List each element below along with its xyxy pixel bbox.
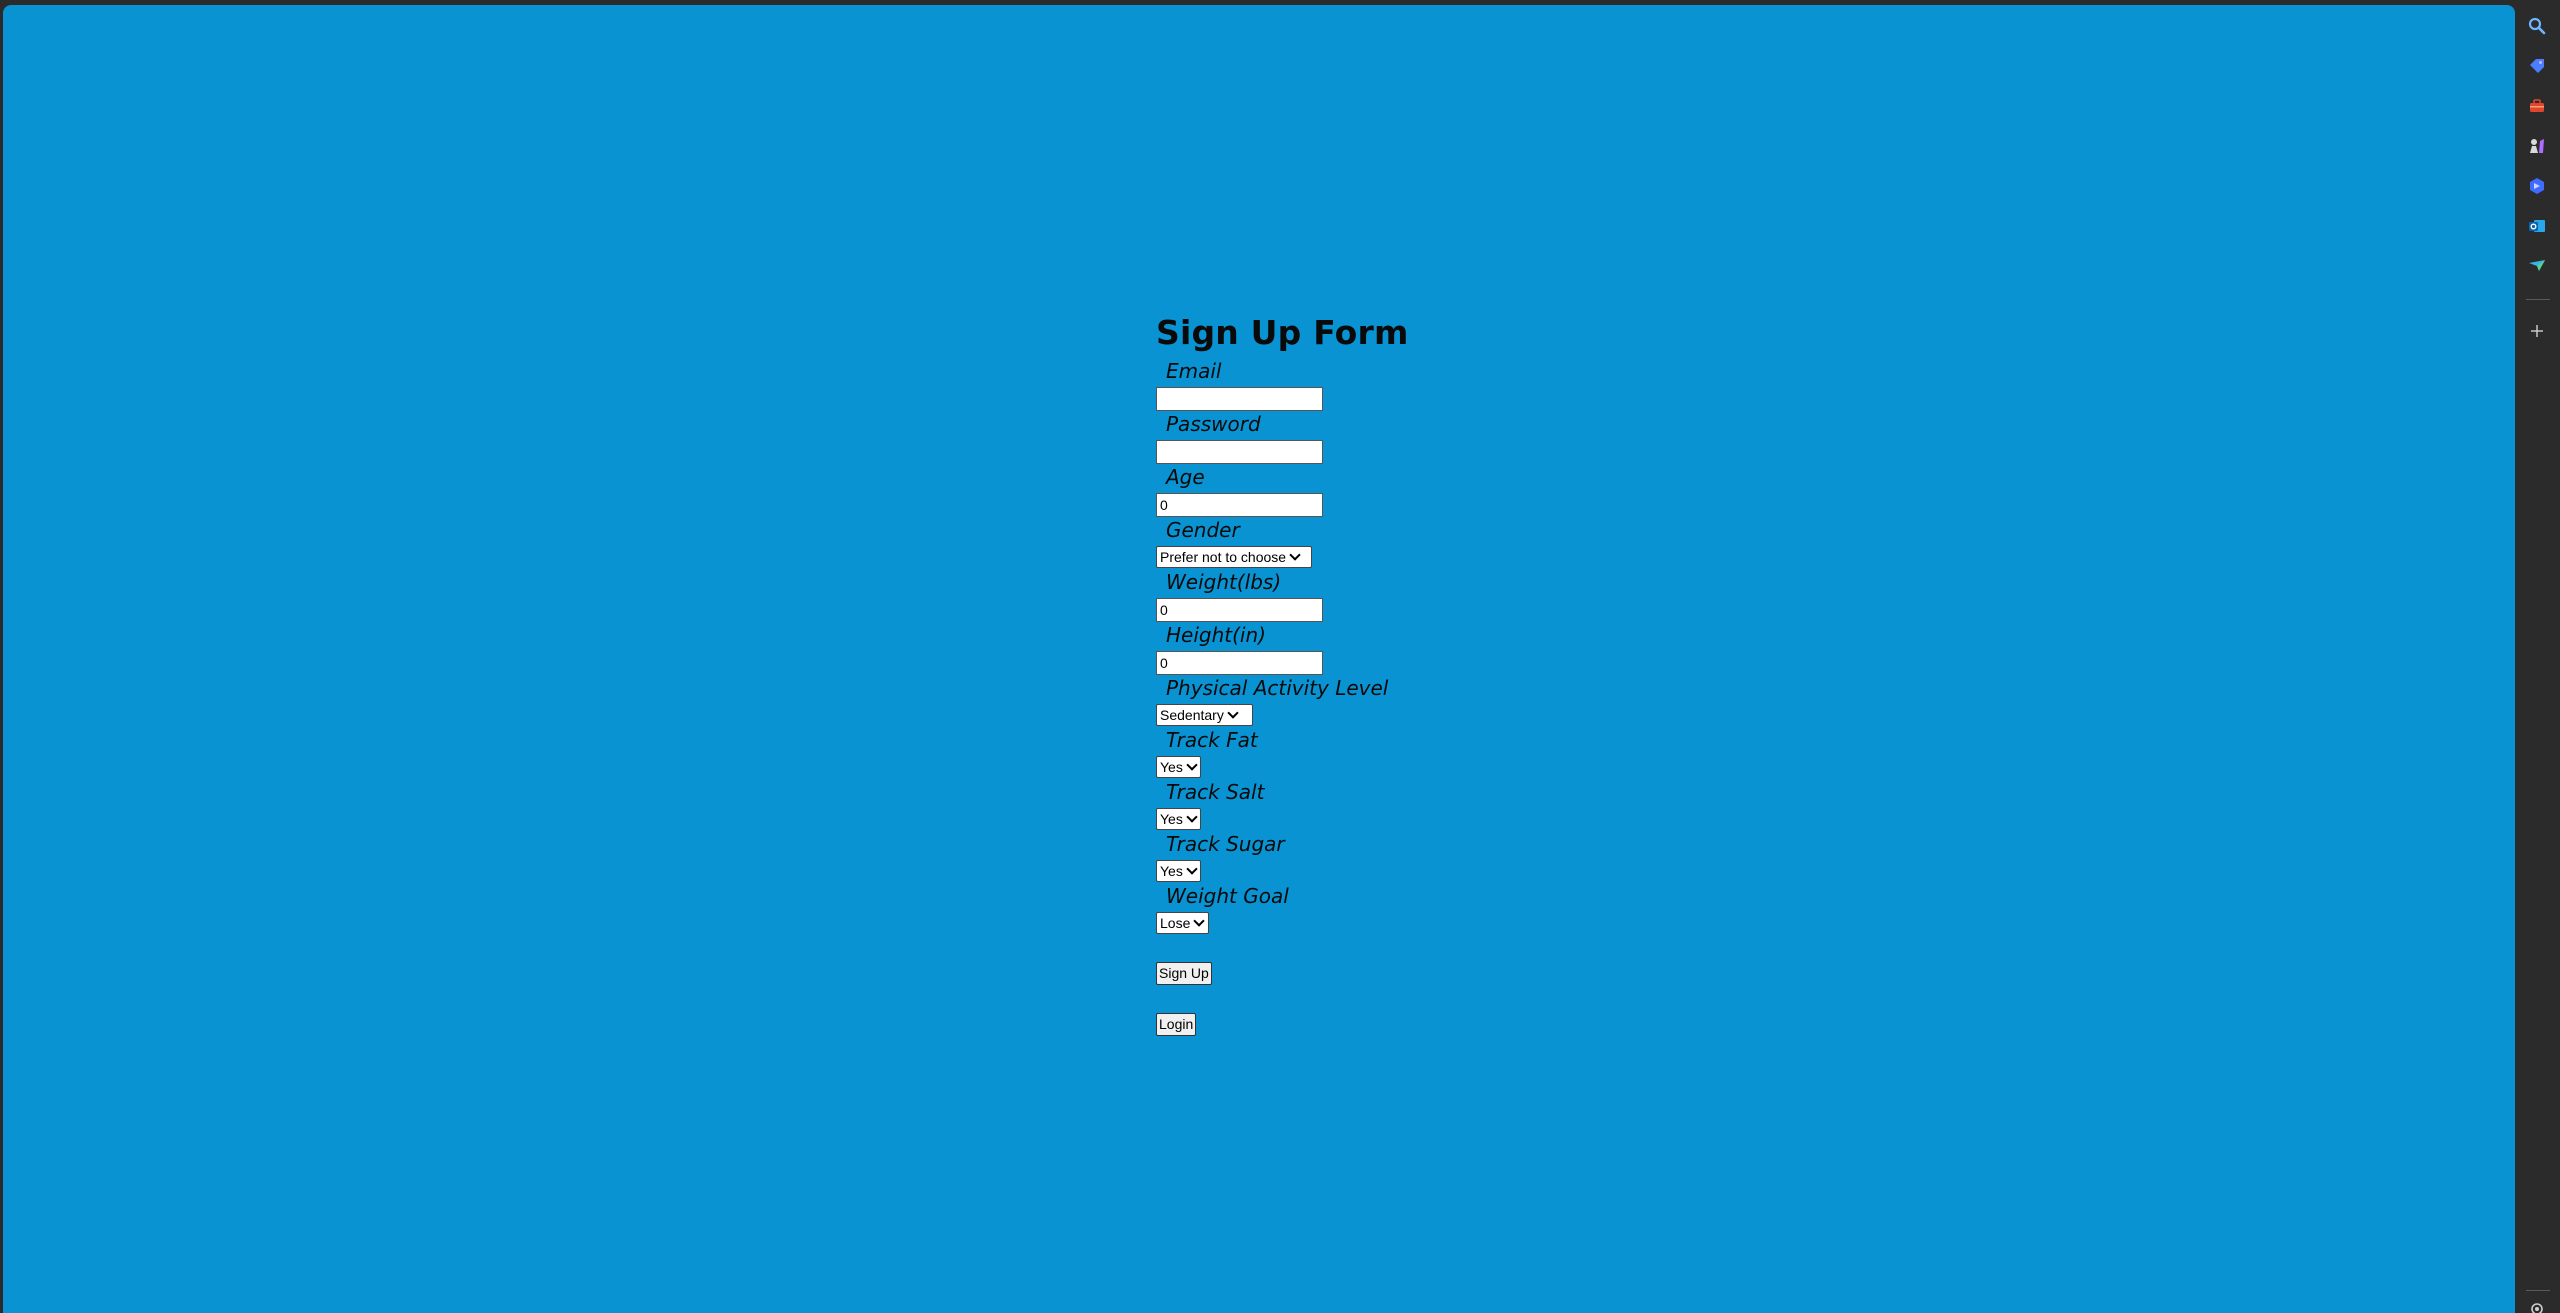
weight-field[interactable]: 0 bbox=[1156, 598, 1323, 622]
track-sugar-selected-value: Yes bbox=[1160, 863, 1183, 879]
search-icon[interactable] bbox=[2527, 16, 2547, 36]
track-sugar-select[interactable]: Yes bbox=[1156, 860, 1201, 882]
chevron-down-icon bbox=[1186, 759, 1198, 771]
age-field[interactable]: 0 bbox=[1156, 493, 1323, 517]
password-field[interactable] bbox=[1156, 440, 1323, 464]
weight-goal-select[interactable]: Lose bbox=[1156, 912, 1209, 934]
gender-label: Gender bbox=[1166, 518, 1240, 542]
height-field[interactable]: 0 bbox=[1156, 651, 1323, 675]
track-salt-select[interactable]: Yes bbox=[1156, 808, 1201, 830]
chevron-down-icon bbox=[1227, 707, 1239, 719]
activity-selected-value: Sedentary bbox=[1160, 707, 1224, 723]
browser-sidebar bbox=[2515, 0, 2560, 1313]
chevron-down-icon bbox=[1193, 915, 1206, 927]
track-fat-label: Track Fat bbox=[1166, 728, 1258, 752]
chess-icon[interactable] bbox=[2527, 136, 2547, 156]
weight-goal-selected-value: Lose bbox=[1160, 915, 1191, 931]
email-label: Email bbox=[1166, 359, 1222, 383]
chevron-down-icon bbox=[1186, 863, 1198, 875]
track-fat-select[interactable]: Yes bbox=[1156, 756, 1201, 778]
track-salt-selected-value: Yes bbox=[1160, 811, 1183, 827]
activity-label: Physical Activity Level bbox=[1166, 676, 1389, 700]
gender-selected-value: Prefer not to choose bbox=[1160, 549, 1287, 565]
login-button[interactable]: Login bbox=[1156, 1013, 1197, 1036]
send-icon[interactable] bbox=[2527, 256, 2547, 276]
weight-label: Weight(lbs) bbox=[1166, 570, 1282, 594]
page-background: Sign Up Form Email Password Age 0 Gender… bbox=[3, 5, 2515, 1313]
track-fat-selected-value: Yes bbox=[1160, 759, 1183, 775]
tag-icon[interactable] bbox=[2527, 56, 2547, 76]
weight-goal-label: Weight Goal bbox=[1166, 884, 1289, 908]
chevron-down-icon bbox=[1186, 811, 1198, 823]
copilot-icon[interactable] bbox=[2527, 176, 2547, 196]
height-label: Height(in) bbox=[1166, 623, 1266, 647]
settings-icon[interactable] bbox=[2527, 1300, 2547, 1313]
sidebar-divider-bottom bbox=[2526, 1290, 2550, 1291]
activity-select[interactable]: Sedentary bbox=[1156, 704, 1253, 726]
gender-select[interactable]: Prefer not to choose bbox=[1156, 546, 1312, 568]
toolbox-icon[interactable] bbox=[2527, 96, 2547, 116]
age-label: Age bbox=[1166, 465, 1205, 489]
password-label: Password bbox=[1166, 412, 1261, 436]
email-field[interactable] bbox=[1156, 387, 1323, 411]
track-sugar-label: Track Sugar bbox=[1166, 832, 1285, 856]
sidebar-divider bbox=[2526, 299, 2550, 300]
outlook-icon[interactable] bbox=[2527, 216, 2547, 236]
chevron-down-icon bbox=[1289, 549, 1301, 561]
add-icon[interactable] bbox=[2527, 321, 2547, 341]
track-salt-label: Track Salt bbox=[1166, 780, 1265, 804]
page-title: Sign Up Form bbox=[1156, 313, 1409, 352]
signup-button[interactable]: Sign Up bbox=[1156, 962, 1212, 985]
